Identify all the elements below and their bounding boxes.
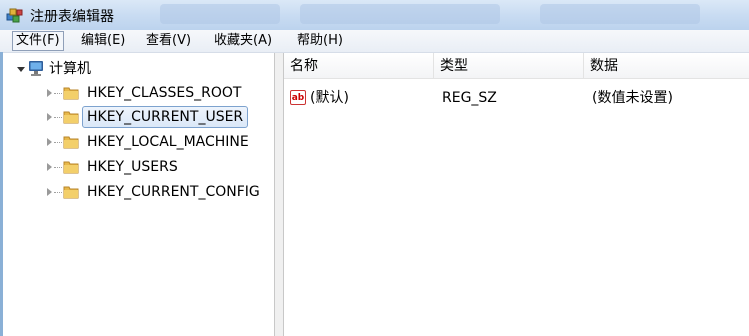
menu-help[interactable]: 帮助(H) <box>294 32 346 50</box>
menu-edit[interactable]: 编辑(E) <box>78 32 128 50</box>
folder-icon <box>63 87 79 100</box>
value-type: REG_SZ <box>442 90 497 106</box>
window-title: 注册表编辑器 <box>30 9 114 25</box>
folder-icon <box>63 161 79 174</box>
tree-item-label: 计算机 <box>49 61 91 77</box>
value-data: (数值未设置) <box>592 90 673 106</box>
value-name: (默认) <box>310 90 349 106</box>
expand-arrow-icon[interactable] <box>47 188 52 196</box>
menu-favorites[interactable]: 收藏夹(A) <box>211 32 275 50</box>
title-bar: 注册表编辑器 <box>0 0 749 30</box>
collapse-arrow-icon[interactable] <box>17 67 25 72</box>
value-row-default[interactable]: ab (默认) REG_SZ (数值未设置) <box>284 87 749 109</box>
tree-item-label: HKEY_CLASSES_ROOT <box>87 85 242 101</box>
tree-item-hkey-classes-root[interactable]: HKEY_CLASSES_ROOT <box>3 82 274 104</box>
tree-item-hkey-current-user[interactable]: HKEY_CURRENT_USER <box>3 106 274 128</box>
menu-bar: 文件(F) 编辑(E) 查看(V) 收藏夹(A) 帮助(H) <box>0 30 749 53</box>
column-header-type[interactable]: 类型 <box>434 53 584 79</box>
tree-item-label: HKEY_USERS <box>87 159 178 175</box>
tree-item-hkey-current-config[interactable]: HKEY_CURRENT_CONFIG <box>3 181 274 203</box>
pane-splitter[interactable] <box>274 53 284 336</box>
tree-connector <box>54 93 62 94</box>
values-list[interactable]: 名称 类型 数据 ab (默认) REG_SZ (数值未设置) <box>284 53 749 336</box>
tree-item-computer[interactable]: 计算机 <box>3 58 263 80</box>
folder-icon <box>63 111 79 124</box>
column-header-data[interactable]: 数据 <box>584 53 749 79</box>
tree-connector <box>54 192 62 193</box>
menu-file[interactable]: 文件(F) <box>12 31 64 51</box>
expand-arrow-icon[interactable] <box>47 138 52 146</box>
menu-view[interactable]: 查看(V) <box>143 32 194 50</box>
tree-item-hkey-local-machine[interactable]: HKEY_LOCAL_MACHINE <box>3 131 274 153</box>
expand-arrow-icon[interactable] <box>47 163 52 171</box>
column-header-name[interactable]: 名称 <box>284 53 434 79</box>
folder-icon <box>63 136 79 149</box>
registry-tree[interactable]: 计算机 HKEY_CLASSES_ROOT HKEY_CURRENT_USER … <box>3 53 274 336</box>
tree-connector <box>54 167 62 168</box>
blurred-titlebar-region <box>540 4 700 24</box>
tree-item-label: HKEY_LOCAL_MACHINE <box>87 134 249 150</box>
folder-icon <box>63 186 79 199</box>
regedit-icon <box>6 8 23 23</box>
tree-connector <box>54 142 62 143</box>
tree-connector <box>54 117 62 118</box>
tree-item-label-selected: HKEY_CURRENT_USER <box>82 106 249 128</box>
expand-arrow-icon[interactable] <box>47 89 52 97</box>
blurred-titlebar-region <box>160 4 280 24</box>
tree-item-hkey-users[interactable]: HKEY_USERS <box>3 156 274 178</box>
blurred-titlebar-region <box>300 4 500 24</box>
computer-icon <box>29 61 43 76</box>
expand-arrow-icon[interactable] <box>47 113 52 121</box>
string-value-icon: ab <box>290 90 306 105</box>
tree-item-label: HKEY_CURRENT_CONFIG <box>87 184 260 200</box>
